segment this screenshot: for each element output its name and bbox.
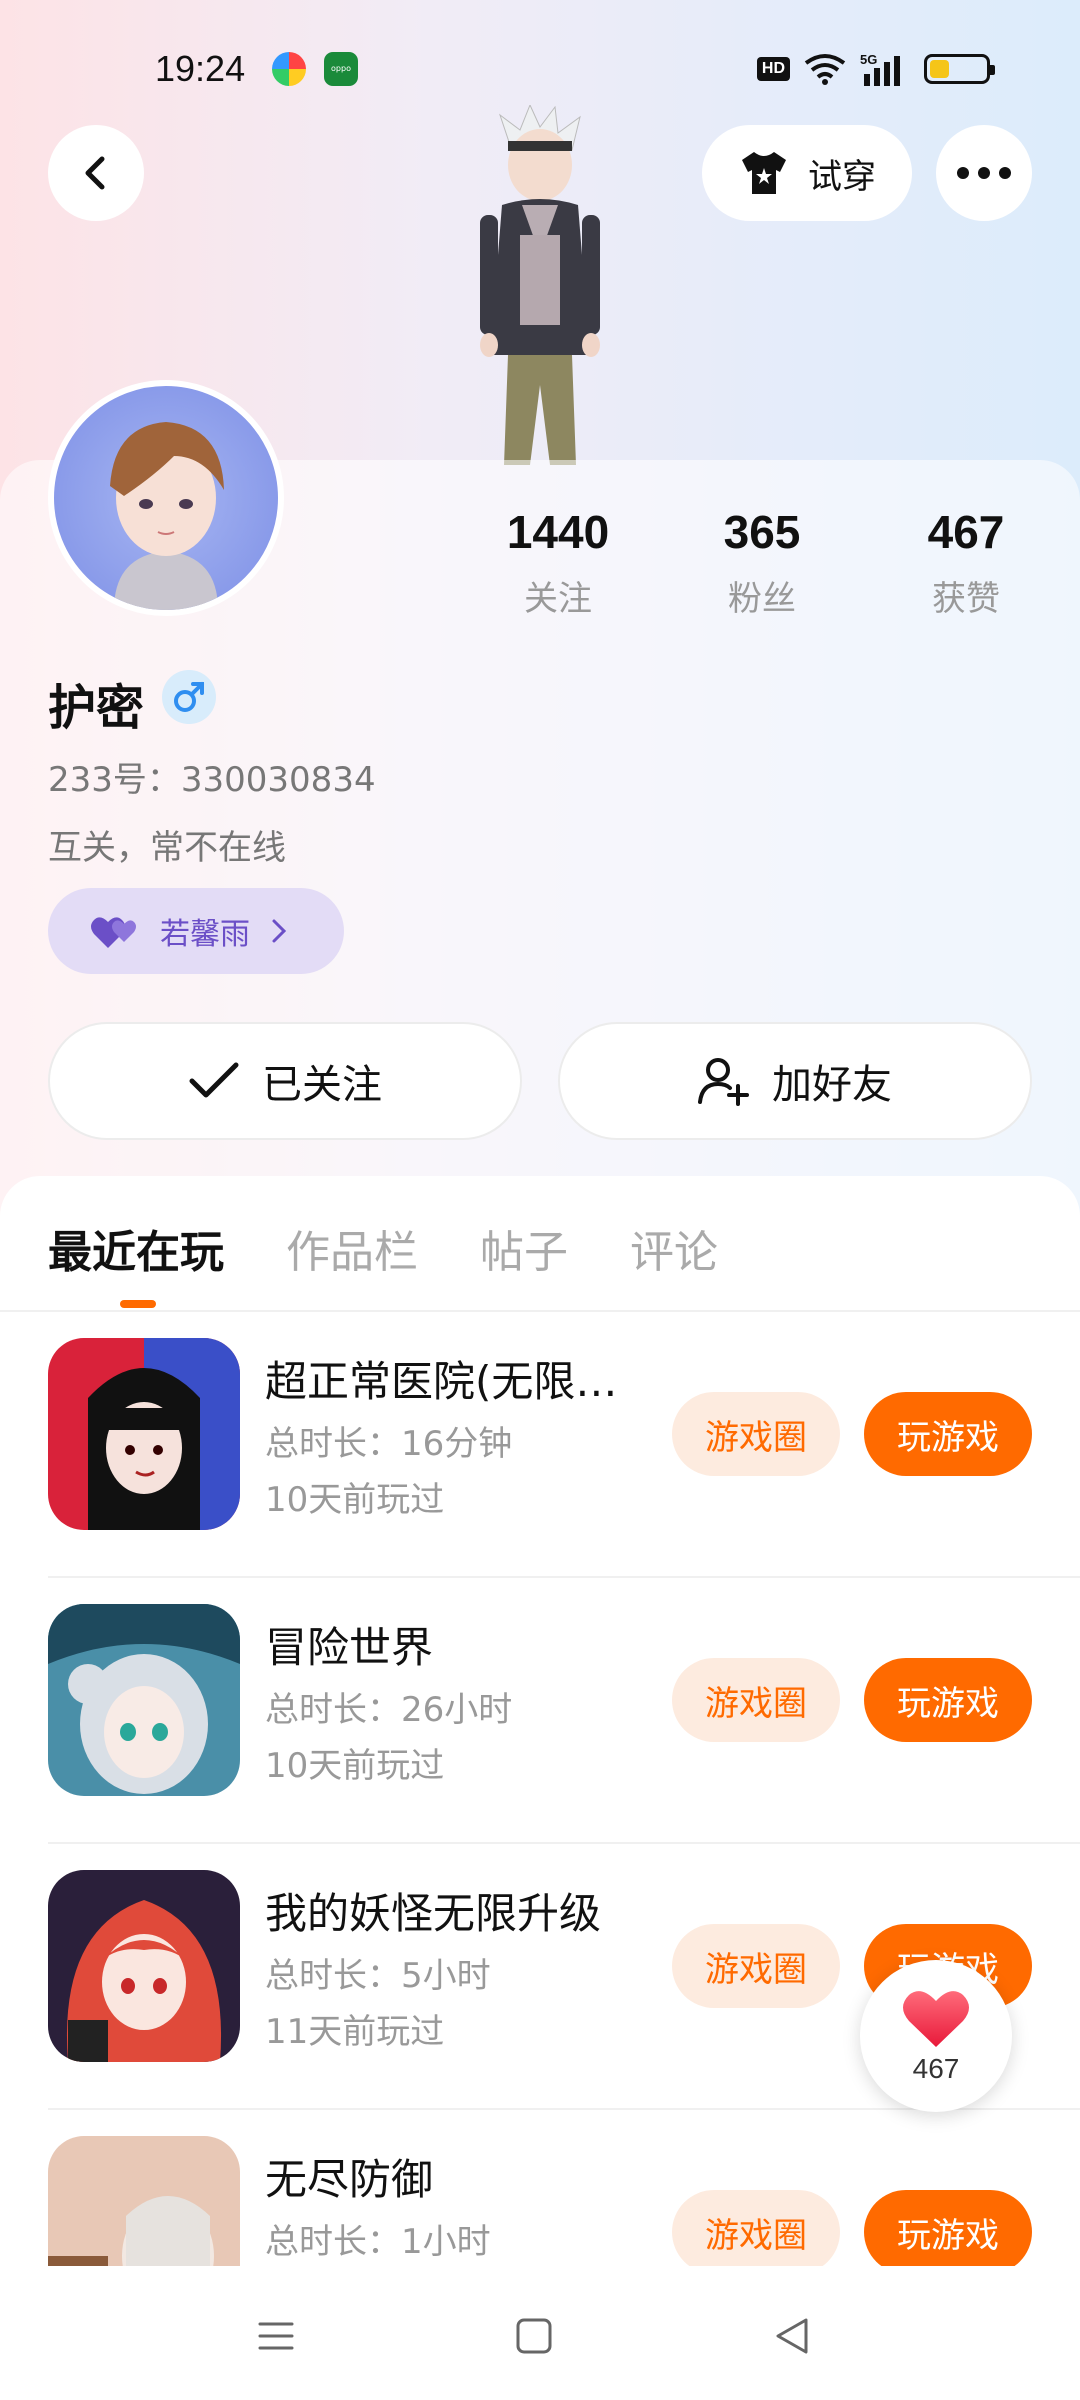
game-last-played: 10天前玩过 [265,1480,445,1520]
game-circle-button[interactable]: 游戏圈 [672,2190,840,2266]
double-heart-icon [91,917,136,948]
more-dots-icon [957,167,1011,179]
tab-recently-played[interactable]: 最近在玩 [48,1216,224,1280]
like-count: 467 [912,2053,960,2084]
stat-likes[interactable]: 467 获赞 [866,505,1066,620]
game-name: 无尽防御 [265,2155,434,2204]
game-name: 超正常医院(无限恐... [265,1357,655,1406]
game-list-item[interactable]: 无尽防御 总时长：1小时 游戏圈 玩游戏 [0,2110,1080,2266]
menu-icon [258,2322,294,2350]
play-game-button[interactable]: 玩游戏 [864,1658,1032,1742]
game-circle-button[interactable]: 游戏圈 [672,1924,840,2008]
wifi-icon [804,54,846,85]
male-symbol-icon [174,682,204,712]
game-last-played: 11天前玩过 [265,2012,445,2052]
oppo-app-icon: oppo [324,52,358,86]
try-on-label: 试穿 [808,156,876,197]
game-last-played: 10天前玩过 [265,1746,445,1786]
followers-label: 粉丝 [728,579,796,619]
play-game-button[interactable]: 玩游戏 [864,1392,1032,1476]
home-nav-button[interactable] [504,2306,564,2366]
game-artwork [48,2136,240,2266]
game-list-item[interactable]: 冒险世界 总时长：26小时 10天前玩过 游戏圈 玩游戏 [0,1578,1080,1844]
game-name: 冒险世界 [265,1623,434,1672]
following-label: 关注 [524,579,592,619]
user-bio: 互关，常不在线 [48,828,286,868]
play-game-button[interactable]: 玩游戏 [864,2190,1032,2266]
game-duration: 总时长：26小时 [265,1690,513,1730]
game-circle-button[interactable]: 游戏圈 [672,1658,840,1742]
cp-relation-pill[interactable]: 若馨雨 [48,888,344,974]
game-artwork [48,1338,240,1530]
game-artwork [48,1604,240,1796]
following-count: 1440 [506,506,610,558]
game-duration: 总时长：5小时 [265,1956,491,1996]
checkmark-icon [189,1062,239,1098]
likes-count: 467 [927,506,1005,558]
battery-level [930,60,949,78]
back-button[interactable] [48,125,144,221]
more-options-button[interactable] [936,125,1032,221]
signal-5g-icon: 5G [860,52,900,86]
profile-avatar[interactable] [48,380,284,616]
game-icon-hospital[interactable] [48,1338,240,1530]
menu-nav-button[interactable] [246,2306,306,2366]
game-icon-defense[interactable] [48,2136,240,2266]
add-friend-label: 加好友 [772,1062,892,1108]
following-button[interactable]: 已关注 [48,1022,522,1140]
tab-comments[interactable]: 评论 [630,1216,718,1280]
game-name: 我的妖怪无限升级 [265,1889,602,1938]
stat-followers[interactable]: 365 粉丝 [662,505,862,620]
user-id: 233号：330030834 [48,760,376,800]
heart-icon [903,1991,969,2047]
chevron-left-icon [85,156,105,190]
like-float-button[interactable]: 467 [860,1960,1012,2112]
back-triangle-icon [776,2318,808,2354]
avatar-3d-character[interactable] [440,105,640,465]
status-time: 19:24 [155,48,246,89]
add-friend-icon [698,1058,749,1106]
tab-posts[interactable]: 帖子 [480,1216,568,1280]
status-icons: HD 5G [756,52,995,86]
username: 护密 [48,680,145,736]
back-nav-button[interactable] [762,2306,822,2366]
battery-icon [924,54,995,84]
game-icon-adventure[interactable] [48,1604,240,1796]
game-duration: 总时长：16分钟 [265,1424,513,1464]
game-list-item[interactable]: 超正常医院(无限恐... 总时长：16分钟 10天前玩过 游戏圈 玩游戏 [0,1312,1080,1578]
cp-name: 若馨雨 [160,917,250,952]
home-square-icon [516,2318,552,2354]
chevron-right-icon [272,919,287,943]
stat-following[interactable]: 1440 关注 [458,505,658,620]
game-icon-monster[interactable] [48,1870,240,2062]
active-tab-indicator [120,1300,156,1308]
notification-app-icon [272,52,306,86]
add-friend-button[interactable]: 加好友 [558,1022,1032,1140]
likes-label: 获赞 [932,579,1000,619]
game-artwork [48,1870,240,2062]
try-on-button[interactable]: 试穿 [702,125,912,221]
profile-tabs: 最近在玩 作品栏 帖子 评论 [48,1216,718,1280]
hd-icon: HD [756,57,790,81]
tshirt-icon [742,152,786,194]
following-button-label: 已关注 [262,1062,382,1108]
system-navigation-bar [0,2266,1080,2400]
male-gender-badge [162,670,216,724]
game-duration: 总时长：1小时 [265,2222,491,2262]
svg-text:5G: 5G [860,52,877,67]
game-circle-button[interactable]: 游戏圈 [672,1392,840,1476]
tab-works[interactable]: 作品栏 [286,1216,418,1280]
followers-count: 365 [723,506,801,558]
avatar-image [110,422,224,610]
